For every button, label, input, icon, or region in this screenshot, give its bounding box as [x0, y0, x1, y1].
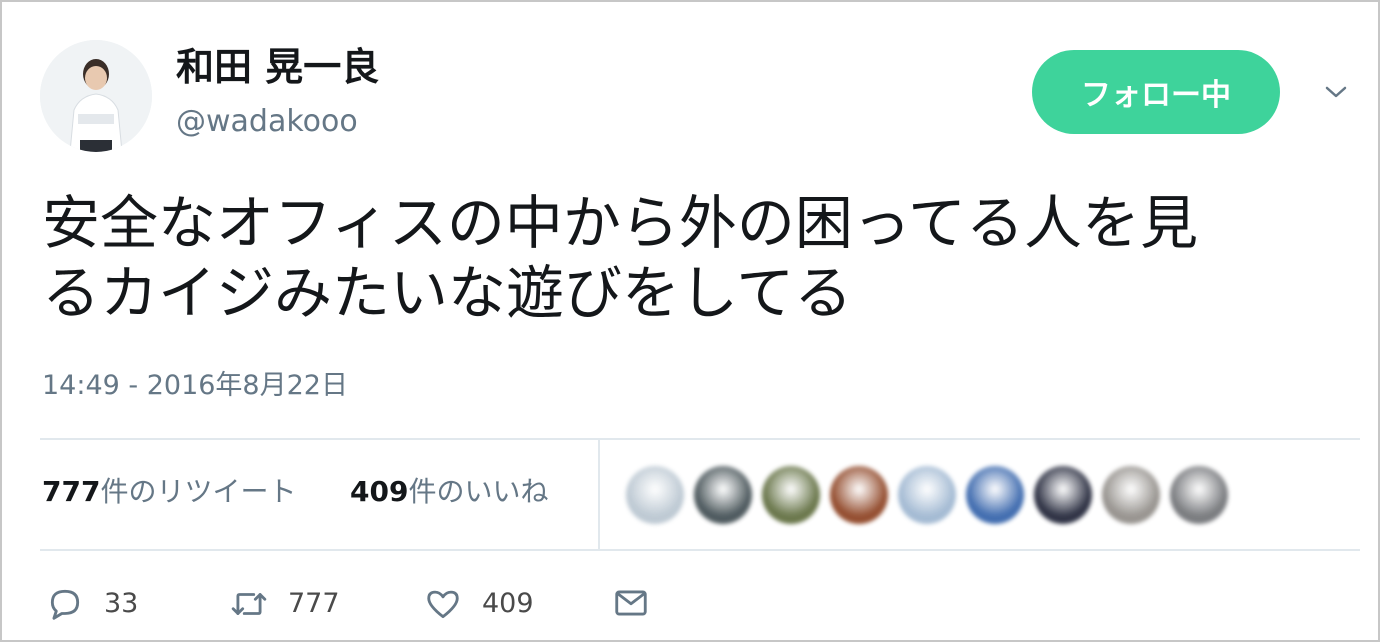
liker-avatar[interactable] — [762, 466, 820, 524]
envelope-icon — [615, 590, 647, 616]
reply-button[interactable]: 33 — [46, 584, 138, 624]
liker-avatar[interactable] — [898, 466, 956, 524]
reply-icon — [50, 589, 80, 620]
like-stat-count: 409 — [350, 475, 409, 508]
liker-avatars — [626, 466, 1238, 524]
retweet-stat[interactable]: 777件のリツイート — [42, 472, 296, 512]
heart-icon — [427, 590, 459, 619]
liker-avatar[interactable] — [1170, 466, 1228, 524]
tweet-timestamp[interactable]: 14:49 - 2016年8月22日 — [42, 366, 348, 406]
tweet-text-line-1: 安全なオフィスの中から外の困ってる人を見 — [42, 189, 1198, 257]
tweet-text-line-2: るカイジみたいな遊びをしてる — [42, 259, 853, 327]
avatar-person-image — [40, 40, 152, 152]
liker-avatar[interactable] — [830, 466, 888, 524]
retweet-stat-label: 件のリツイート — [100, 475, 297, 508]
like-stat-label: 件のいいね — [408, 475, 549, 508]
following-button[interactable]: フォロー中 — [1032, 50, 1280, 134]
tweet-card: 和田 晃一良 @wadakooo フォロー中 安全なオフィスの中から外の困ってる… — [0, 0, 1380, 642]
user-avatar[interactable] — [40, 40, 152, 152]
display-name[interactable]: 和田 晃一良 — [176, 44, 379, 90]
liker-avatar[interactable] — [1034, 466, 1092, 524]
divider-vertical — [598, 440, 600, 549]
retweet-button[interactable]: 777 — [230, 584, 340, 624]
screen-name[interactable]: @wadakooo — [176, 102, 358, 142]
liker-avatar[interactable] — [626, 466, 684, 524]
liker-avatar[interactable] — [1102, 466, 1160, 524]
retweet-icon — [231, 593, 267, 615]
liker-avatar[interactable] — [966, 466, 1024, 524]
liker-avatar[interactable] — [694, 466, 752, 524]
divider-top — [40, 438, 1360, 440]
like-stat[interactable]: 409件のいいね — [350, 472, 548, 512]
tweet-text: 安全なオフィスの中から外の困ってる人を見 るカイジみたいな遊びをしてる — [42, 188, 1342, 328]
retweet-count: 777 — [288, 588, 340, 619]
like-count: 409 — [482, 588, 534, 619]
direct-message-button[interactable] — [612, 584, 650, 622]
like-button[interactable]: 409 — [424, 584, 534, 624]
divider-bottom — [40, 549, 1360, 551]
retweet-stat-count: 777 — [42, 475, 101, 508]
chevron-down-icon[interactable] — [1324, 80, 1348, 104]
reply-count: 33 — [104, 588, 139, 619]
